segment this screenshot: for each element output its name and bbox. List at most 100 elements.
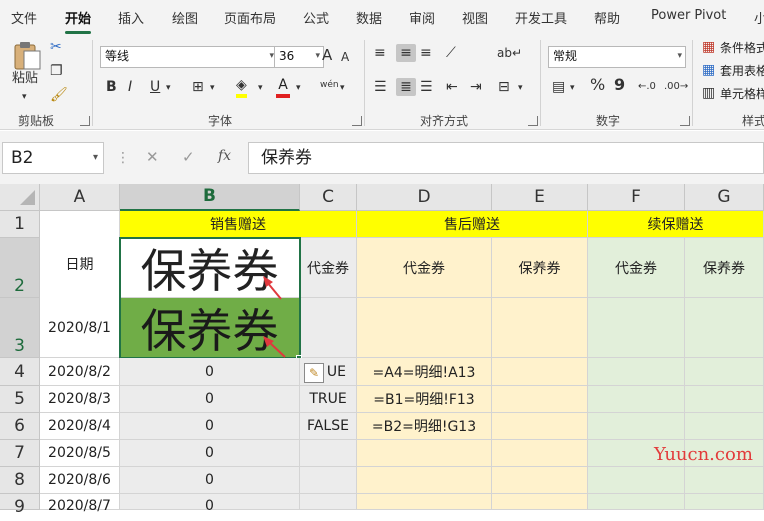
- decrease-decimal-icon[interactable]: .00→: [664, 78, 688, 96]
- number-launcher-icon[interactable]: [680, 116, 690, 126]
- cell-g4[interactable]: [685, 358, 764, 386]
- tab-file[interactable]: 文件: [11, 8, 37, 27]
- percent-button[interactable]: %: [590, 76, 605, 94]
- cell-f4[interactable]: [588, 358, 685, 386]
- column-header-b[interactable]: B: [120, 184, 300, 211]
- paste-dropdown-icon[interactable]: ▾: [22, 88, 27, 106]
- align-top-icon[interactable]: ≡: [374, 44, 386, 62]
- cell-f8[interactable]: [588, 467, 685, 494]
- cell-c6[interactable]: FALSE: [300, 413, 357, 440]
- cell-a6[interactable]: 2020/8/4: [40, 413, 120, 440]
- merge-center-icon[interactable]: ⊟: [498, 78, 510, 96]
- chevron-down-icon[interactable]: ▾: [166, 79, 171, 97]
- cell-d7[interactable]: [357, 440, 492, 467]
- cell-e5[interactable]: [492, 386, 588, 413]
- select-all-corner[interactable]: [0, 184, 40, 211]
- cell-d8[interactable]: [357, 467, 492, 494]
- cell-g2[interactable]: 保养券: [685, 238, 764, 298]
- cell-styles-icon[interactable]: ▥: [702, 84, 715, 102]
- cell-e2[interactable]: 保养券: [492, 238, 588, 298]
- cell-a3[interactable]: 2020/8/1: [40, 298, 120, 358]
- bold-button[interactable]: B: [106, 78, 117, 96]
- chevron-down-icon[interactable]: ▾: [340, 79, 345, 97]
- column-header-g[interactable]: G: [685, 184, 764, 211]
- row-header-8[interactable]: 8: [0, 467, 40, 494]
- cell-c8[interactable]: [300, 467, 357, 494]
- enter-button[interactable]: ✓: [182, 148, 195, 166]
- cell-f5[interactable]: [588, 386, 685, 413]
- cell-e9[interactable]: [492, 494, 588, 510]
- cell-e6[interactable]: [492, 413, 588, 440]
- cell-b4[interactable]: 0: [120, 358, 300, 386]
- fill-color-icon[interactable]: ◈: [236, 76, 247, 98]
- cell-b6[interactable]: 0: [120, 413, 300, 440]
- cell-d5[interactable]: =B1=明细!F13: [357, 386, 492, 413]
- cell-e4[interactable]: [492, 358, 588, 386]
- column-header-a[interactable]: A: [40, 184, 120, 211]
- row-header-9[interactable]: 9: [0, 494, 40, 517]
- phonetic-button[interactable]: wén: [320, 76, 339, 94]
- row-header-7[interactable]: 7: [0, 440, 40, 467]
- cell-c7[interactable]: [300, 440, 357, 467]
- cell-d3[interactable]: [357, 298, 492, 358]
- row-header-3[interactable]: 3: [0, 298, 40, 358]
- font-launcher-icon[interactable]: [352, 116, 362, 126]
- cell-c3[interactable]: [300, 298, 357, 358]
- align-left-icon[interactable]: ☰: [374, 78, 387, 96]
- italic-button[interactable]: I: [128, 78, 132, 96]
- decrease-indent-icon[interactable]: ⇤: [446, 78, 458, 96]
- align-bottom-icon[interactable]: ≡: [420, 44, 432, 62]
- paste-button[interactable]: 粘贴: [12, 70, 38, 88]
- cell-a7[interactable]: 2020/8/5: [40, 440, 120, 467]
- format-as-table-button[interactable]: 套用表格: [720, 62, 764, 79]
- cell-b9[interactable]: 0: [120, 494, 300, 514]
- row-header-6[interactable]: 6: [0, 413, 40, 440]
- tab-view[interactable]: 视图: [462, 8, 488, 27]
- cell-g6[interactable]: [685, 413, 764, 440]
- cell-c9[interactable]: [300, 494, 357, 510]
- cell-g5[interactable]: [685, 386, 764, 413]
- cell-f9[interactable]: [588, 494, 685, 510]
- format-painter-icon[interactable]: 🖌: [50, 86, 68, 104]
- cell-f3[interactable]: [588, 298, 685, 358]
- cell-b8[interactable]: 0: [120, 467, 300, 494]
- cell-d4[interactable]: =A4=明细!A13: [357, 358, 492, 386]
- align-right-icon[interactable]: ☰: [420, 78, 433, 96]
- font-size-combo[interactable]: 36 ▾: [274, 46, 324, 68]
- more-options-icon[interactable]: ⋮: [116, 150, 130, 166]
- tab-home[interactable]: 开始: [65, 8, 92, 34]
- row-header-1[interactable]: 1: [0, 211, 40, 238]
- cell-f1-renewal-header[interactable]: 续保赠送: [588, 211, 764, 238]
- number-format-combo[interactable]: 常规 ▾: [548, 46, 686, 68]
- row-header-2[interactable]: 2: [0, 238, 40, 298]
- wrap-text-icon[interactable]: ab↵: [497, 44, 522, 62]
- cell-d2[interactable]: 代金券: [357, 238, 492, 298]
- font-name-combo[interactable]: 等线 ▾: [100, 46, 278, 68]
- chevron-down-icon[interactable]: ▾: [570, 79, 575, 97]
- cell-styles-button[interactable]: 单元格样: [720, 85, 764, 102]
- cell-a8[interactable]: 2020/8/6: [40, 467, 120, 494]
- copy-icon[interactable]: ❐: [50, 62, 63, 80]
- tab-data[interactable]: 数据: [356, 8, 382, 27]
- conditional-format-icon[interactable]: ▦: [702, 38, 715, 56]
- tab-draw[interactable]: 绘图: [172, 8, 198, 27]
- row-header-4[interactable]: 4: [0, 358, 40, 386]
- accounting-format-icon[interactable]: ▤: [552, 78, 565, 96]
- cell-g8[interactable]: [685, 467, 764, 494]
- cell-e8[interactable]: [492, 467, 588, 494]
- shrink-font-button[interactable]: A: [341, 48, 349, 66]
- tab-formulas[interactable]: 公式: [303, 8, 329, 27]
- orientation-icon[interactable]: ⟋: [446, 44, 456, 62]
- paste-options-icon[interactable]: ✎: [304, 363, 324, 383]
- cell-d1-after-sales-header[interactable]: 售后赠送: [357, 211, 588, 238]
- column-header-f[interactable]: F: [588, 184, 685, 211]
- tab-review[interactable]: 审阅: [409, 8, 435, 27]
- cell-b7[interactable]: 0: [120, 440, 300, 467]
- cell-g9[interactable]: [685, 494, 764, 510]
- font-color-button[interactable]: A: [276, 76, 290, 98]
- borders-icon[interactable]: ⊞: [192, 78, 204, 96]
- chevron-down-icon[interactable]: ▾: [296, 79, 301, 97]
- cell-a5[interactable]: 2020/8/3: [40, 386, 120, 413]
- tab-help[interactable]: 帮助: [594, 8, 620, 27]
- align-center-icon[interactable]: ≣: [396, 78, 416, 96]
